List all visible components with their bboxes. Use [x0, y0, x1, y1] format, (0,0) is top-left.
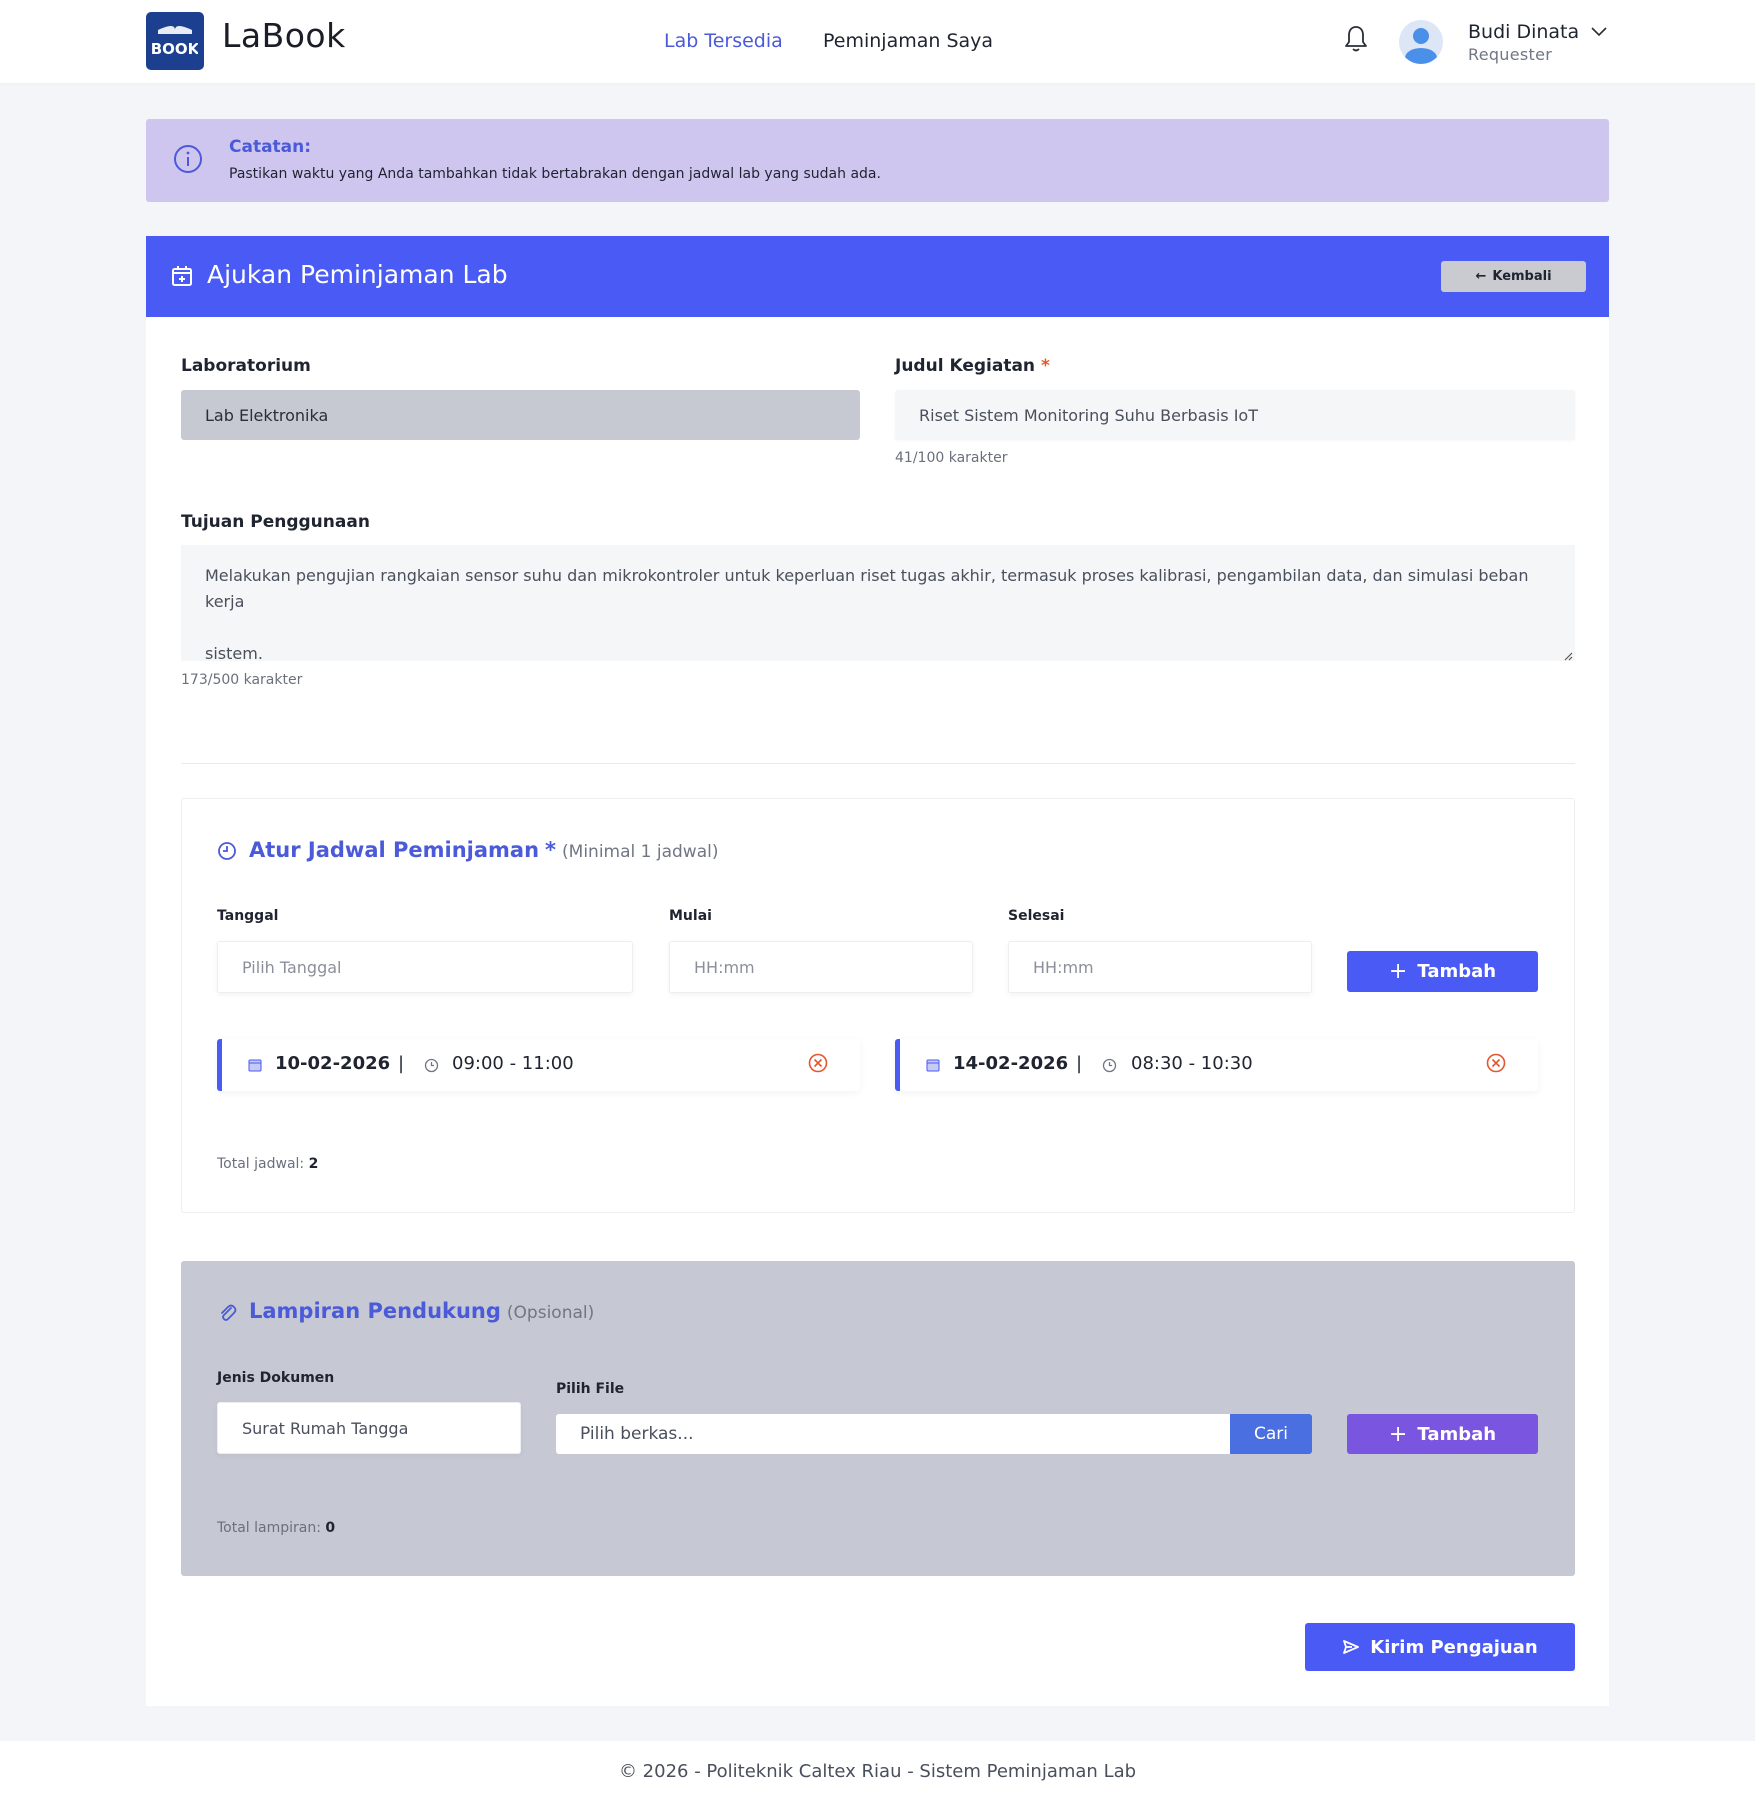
paperclip-icon	[221, 1304, 237, 1321]
total-attachment: Total lampiran: 0	[217, 1520, 335, 1536]
total-attachment-label: Total lampiran:	[217, 1520, 321, 1536]
info-note	[146, 119, 1609, 202]
file-label: Pilih File	[556, 1381, 625, 1397]
divider	[181, 763, 1575, 764]
bell-icon[interactable]	[1343, 24, 1369, 54]
tujuan-label: Tujuan Penggunaan	[181, 512, 370, 532]
file-input[interactable]: Pilih berkas...	[556, 1414, 1231, 1454]
avatar[interactable]	[1399, 20, 1443, 64]
schedule-heading: Atur Jadwal Peminjaman * (Minimal 1 jadw…	[249, 838, 718, 862]
mulai-input[interactable]: HH:mm	[669, 941, 973, 993]
user-icon	[1405, 28, 1437, 64]
user-role: Requester	[1468, 45, 1553, 64]
schedule-subtitle: (Minimal 1 jadwal)	[562, 842, 719, 862]
plus-icon: +	[1388, 959, 1408, 984]
lab-label: Laboratorium	[181, 356, 311, 376]
judul-label: Judul Kegiatan *	[895, 356, 1050, 376]
mulai-label: Mulai	[669, 908, 712, 924]
chevron-down-icon[interactable]	[1590, 24, 1608, 38]
back-button[interactable]: ← Kembali	[1441, 261, 1586, 292]
schedule-date: 10-02-2026	[275, 1053, 391, 1074]
separator: |	[1076, 1053, 1083, 1074]
calendar-icon	[248, 1059, 262, 1072]
tujuan-textarea[interactable]: Melakukan pengujian rangkaian sensor suh…	[181, 545, 1575, 663]
clock-icon	[424, 1058, 439, 1073]
lab-field: Lab Elektronika	[181, 390, 860, 440]
selesai-input[interactable]: HH:mm	[1008, 941, 1312, 993]
remove-icon[interactable]	[808, 1053, 828, 1073]
jenis-dokumen-select[interactable]: Surat Rumah Tangga	[217, 1402, 521, 1454]
book-logo-icon: BOOK	[152, 26, 198, 58]
page-title: Ajukan Peminjaman Lab	[207, 260, 508, 289]
attachment-title: Lampiran Pendukung	[249, 1299, 501, 1323]
add-schedule-button[interactable]: + Tambah	[1347, 951, 1538, 992]
required-mark: *	[545, 838, 557, 862]
judul-label-text: Judul Kegiatan	[895, 356, 1036, 376]
schedule-time: 09:00 - 11:00	[452, 1053, 574, 1074]
submit-button[interactable]: Kirim Pengajuan	[1305, 1623, 1575, 1671]
tanggal-label: Tanggal	[217, 908, 279, 924]
tujuan-char-count: 173/500 karakter	[181, 672, 303, 688]
add-schedule-label: Tambah	[1417, 961, 1497, 982]
clock-icon	[1102, 1058, 1117, 1073]
schedule-time: 08:30 - 10:30	[1131, 1053, 1253, 1074]
schedule-date: 14-02-2026	[953, 1053, 1069, 1074]
total-schedule-label: Total jadwal:	[217, 1156, 305, 1172]
logo-text: BOOK	[152, 40, 198, 58]
resize-handle-icon[interactable]	[1563, 651, 1573, 661]
clock-icon	[218, 842, 236, 860]
tujuan-line-2: sistem.	[205, 644, 263, 663]
send-icon	[1343, 1640, 1360, 1654]
footer: © 2026 - Politeknik Caltex Riau - Sistem…	[0, 1741, 1755, 1801]
remove-icon[interactable]	[1486, 1053, 1506, 1073]
arrow-left-icon: ←	[1475, 269, 1487, 284]
info-icon	[174, 145, 202, 173]
attachment-subtitle: (Opsional)	[506, 1303, 595, 1323]
user-name: Budi Dinata	[1468, 21, 1580, 43]
add-attachment-button[interactable]: + Tambah	[1347, 1414, 1538, 1454]
back-button-label: Kembali	[1492, 269, 1552, 284]
nav-peminjaman-saya[interactable]: Peminjaman Saya	[823, 30, 993, 52]
submit-button-label: Kirim Pengajuan	[1370, 1636, 1538, 1658]
judul-char-count: 41/100 karakter	[895, 450, 1008, 466]
add-attachment-label: Tambah	[1417, 1423, 1497, 1445]
calendar-plus-icon	[172, 266, 192, 286]
separator: |	[398, 1053, 405, 1074]
note-text: Pastikan waktu yang Anda tambahkan tidak…	[229, 166, 881, 182]
total-schedule-value: 2	[308, 1156, 319, 1172]
tanggal-input[interactable]: Pilih Tanggal	[217, 941, 633, 993]
tujuan-line-1: Melakukan pengujian rangkaian sensor suh…	[205, 566, 1529, 611]
note-title: Catatan:	[229, 137, 312, 157]
calendar-icon	[926, 1059, 940, 1072]
logo[interactable]: BOOK	[146, 12, 204, 70]
selesai-label: Selesai	[1008, 908, 1065, 924]
browse-button[interactable]: Cari	[1230, 1414, 1312, 1454]
nav-lab-tersedia[interactable]: Lab Tersedia	[664, 30, 783, 52]
attachment-heading: Lampiran Pendukung (Opsional)	[249, 1299, 594, 1323]
plus-icon: +	[1388, 1421, 1408, 1447]
schedule-title: Atur Jadwal Peminjaman	[249, 838, 540, 862]
required-mark: *	[1040, 356, 1050, 376]
brand-name: LaBook	[222, 16, 346, 55]
jenis-label: Jenis Dokumen	[217, 1370, 335, 1386]
total-schedule: Total jadwal: 2	[217, 1156, 318, 1172]
total-attachment-value: 0	[325, 1520, 336, 1536]
judul-input[interactable]: Riset Sistem Monitoring Suhu Berbasis Io…	[895, 390, 1575, 440]
